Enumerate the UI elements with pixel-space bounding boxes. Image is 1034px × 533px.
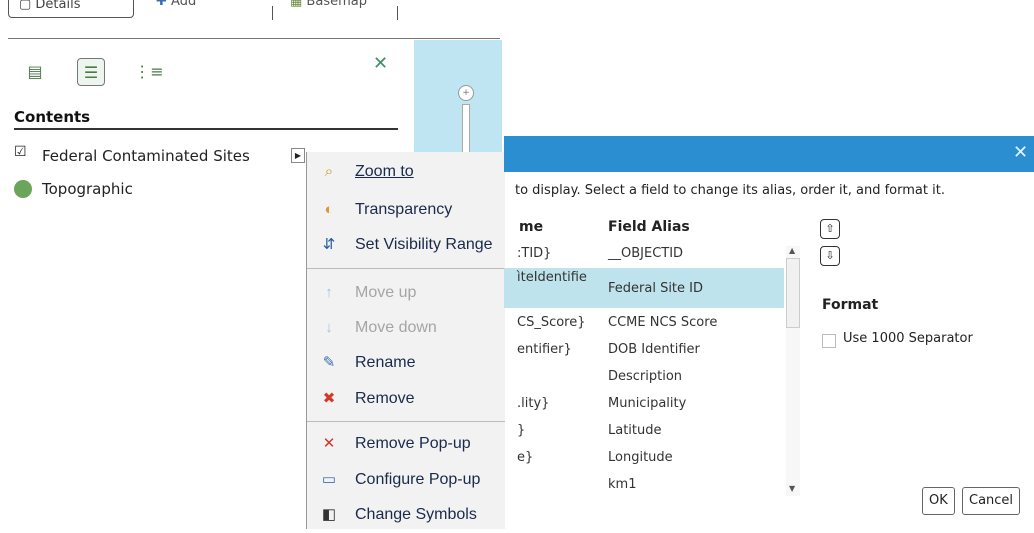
- field-name-cell[interactable]: }: [517, 423, 525, 438]
- menu-divider: [307, 421, 505, 422]
- contents-divider: [14, 128, 398, 130]
- field-name-cell[interactable]: ìteIdentifie: [517, 270, 587, 285]
- cancel-button[interactable]: Cancel: [962, 487, 1021, 515]
- menu-item-zoom-to[interactable]: ⌕ Zoom to: [307, 158, 505, 190]
- about-icon[interactable]: ▤: [22, 58, 48, 84]
- layer-menu-arrow-icon[interactable]: ▶: [291, 148, 305, 163]
- layer-label[interactable]: Federal Contaminated Sites: [42, 147, 250, 165]
- dialog-close-icon[interactable]: ✕: [1013, 142, 1028, 163]
- field-alias-cell[interactable]: Description: [608, 369, 682, 384]
- field-alias-header: Field Alias: [608, 219, 690, 235]
- ok-button[interactable]: OK: [922, 487, 955, 515]
- basemap-globe-icon: [14, 180, 32, 198]
- add-icon: ✚: [156, 0, 172, 9]
- details-icon: ▢: [19, 0, 36, 12]
- zoom-to-icon: ⌕: [324, 163, 334, 180]
- details-button[interactable]: ▢ Details: [8, 0, 134, 18]
- menu-divider: [307, 268, 505, 269]
- field-alias-cell[interactable]: km1: [608, 477, 636, 492]
- change-symbols-icon: ◧: [321, 506, 337, 523]
- field-name-cell[interactable]: e}: [517, 450, 533, 465]
- toolbar-divider: [397, 6, 398, 20]
- layer-visibility-checkbox[interactable]: ☑: [14, 145, 27, 159]
- menu-item-change-symbols[interactable]: ◧ Change Symbols: [307, 501, 505, 533]
- scroll-down-icon[interactable]: ▼: [789, 484, 795, 493]
- field-alias-cell[interactable]: Federal Site ID: [608, 281, 703, 296]
- dialog-title-bar: [504, 136, 1034, 172]
- visibility-range-icon: ⇵: [322, 236, 336, 253]
- use-separator-checkbox[interactable]: [822, 334, 836, 348]
- remove-icon: ✖: [322, 390, 336, 407]
- menu-item-set-visibility-range[interactable]: ⇵ Set Visibility Range: [307, 231, 505, 263]
- basemap-button[interactable]: ▦ Basemap: [290, 0, 367, 9]
- move-field-down-icon[interactable]: ⇩: [820, 246, 840, 266]
- layer-label[interactable]: Topographic: [42, 180, 133, 198]
- move-down-icon: ↓: [325, 319, 333, 336]
- field-name-cell[interactable]: entifier}: [517, 342, 572, 357]
- field-name-cell[interactable]: .lity}: [517, 396, 549, 411]
- configure-popup-icon: ▭: [321, 471, 337, 488]
- dialog-instructions: to display. Select a field to change its…: [515, 183, 945, 198]
- menu-item-remove-popup[interactable]: ✕ Remove Pop-up: [307, 430, 505, 462]
- menu-item-rename[interactable]: ✎ Rename: [307, 349, 505, 381]
- use-separator-label: Use 1000 Separator: [843, 331, 973, 346]
- menu-item-transparency[interactable]: ◐ Transparency: [307, 196, 505, 228]
- transparency-icon: ◐: [324, 201, 334, 218]
- field-alias-cell[interactable]: Municipality: [608, 396, 686, 411]
- legend-icon[interactable]: ⋮≡: [134, 58, 163, 84]
- close-icon[interactable]: ✕: [373, 53, 388, 74]
- field-alias-cell[interactable]: Longitude: [608, 450, 673, 465]
- zoom-in-icon[interactable]: +: [458, 85, 474, 101]
- remove-popup-icon: ✕: [322, 435, 336, 452]
- field-alias-cell[interactable]: DOB Identifier: [608, 342, 700, 357]
- content-icon[interactable]: ☰: [77, 58, 105, 86]
- layer-context-menu: ⌕ Zoom to ◐ Transparency ⇵ Set Visibilit…: [306, 152, 505, 529]
- field-alias-cell[interactable]: CCME NCS Score: [608, 315, 717, 330]
- format-title: Format: [822, 297, 879, 313]
- move-up-icon: ↑: [325, 284, 333, 301]
- map-view[interactable]: [414, 40, 502, 156]
- basemap-icon: ▦: [290, 0, 307, 9]
- top-toolbar: ▢ Details ✚ Add ▦ Basemap: [0, 0, 420, 40]
- contents-title: Contents: [14, 108, 91, 126]
- field-alias-cell[interactable]: Latitude: [608, 423, 662, 438]
- toolbar-divider: [272, 6, 273, 20]
- menu-item-remove[interactable]: ✖ Remove: [307, 385, 505, 417]
- zoom-slider[interactable]: [462, 104, 470, 156]
- add-button[interactable]: ✚ Add: [156, 0, 196, 9]
- field-name-cell[interactable]: :TID}: [517, 246, 551, 261]
- menu-item-move-down[interactable]: ↓ Move down: [307, 314, 505, 346]
- field-alias-cell[interactable]: __OBJECTID: [608, 246, 683, 261]
- move-field-up-icon[interactable]: ⇧: [820, 219, 840, 239]
- scrollbar-thumb[interactable]: [786, 258, 800, 328]
- rename-icon: ✎: [322, 354, 336, 371]
- menu-item-configure-popup[interactable]: ▭ Configure Pop-up: [307, 466, 505, 498]
- scroll-up-icon[interactable]: ▲: [789, 246, 795, 255]
- toolbar-divider-line: [8, 38, 500, 39]
- field-name-header: me: [519, 219, 544, 235]
- field-name-cell[interactable]: CS_Score}: [517, 315, 586, 330]
- menu-item-move-up[interactable]: ↑ Move up: [307, 279, 505, 311]
